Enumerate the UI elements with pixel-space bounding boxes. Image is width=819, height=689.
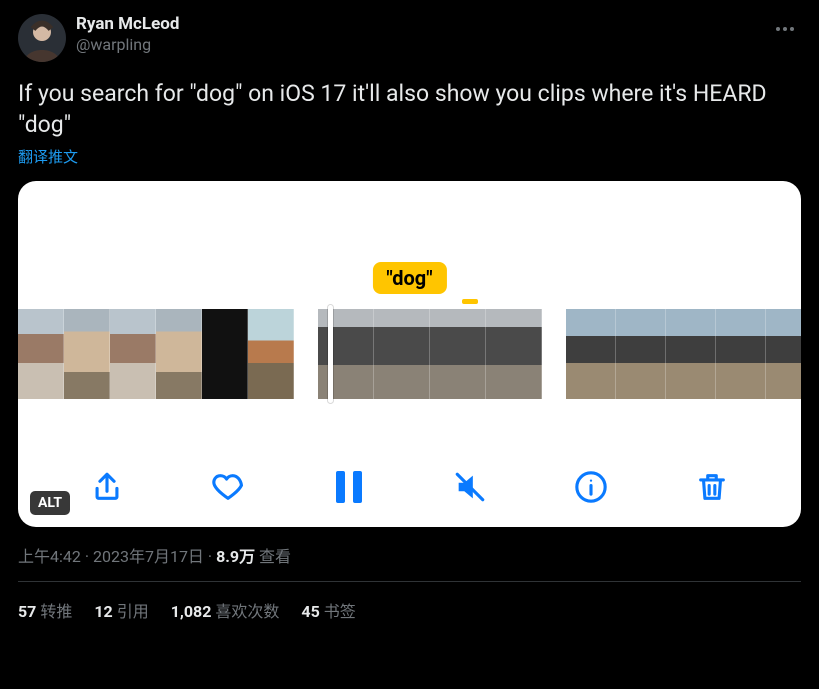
clip-group-1[interactable] [18, 309, 294, 399]
pause-icon [336, 471, 362, 503]
translate-link[interactable]: 翻译推文 [18, 146, 78, 167]
likes-stat[interactable]: 1,082喜欢次数 [171, 598, 280, 622]
delete-button[interactable] [692, 467, 732, 507]
search-term-badge: "dog" [372, 262, 446, 294]
clip-group-3[interactable] [566, 309, 801, 399]
video-frame [248, 309, 294, 399]
info-button[interactable] [571, 467, 611, 507]
timeline-marker [462, 299, 478, 304]
video-frame [666, 309, 716, 399]
tweet-date[interactable]: 2023年7月17日 [93, 547, 204, 566]
tweet-time[interactable]: 上午4:42 [18, 547, 81, 566]
tweet-container: Ryan McLeod @warpling If you search for … [0, 0, 819, 622]
user-handle[interactable]: @warpling [76, 35, 179, 55]
video-frame [374, 309, 430, 399]
video-frame [156, 309, 202, 399]
display-name[interactable]: Ryan McLeod [76, 14, 179, 35]
bookmarks-stat[interactable]: 45书签 [301, 598, 355, 622]
more-button[interactable] [769, 14, 801, 39]
user-block: Ryan McLeod @warpling [76, 14, 179, 55]
video-frame [430, 309, 486, 399]
stats-row: 57转推 12引用 1,082喜欢次数 45书签 [18, 582, 801, 622]
share-button[interactable] [87, 467, 127, 507]
avatar[interactable] [18, 14, 66, 62]
share-icon [90, 470, 124, 504]
tweet-meta: 上午4:42 · 2023年7月17日 · 8.9万 查看 [18, 543, 801, 567]
tweet-text: If you search for "dog" on iOS 17 it'll … [18, 78, 801, 140]
video-frame [566, 309, 616, 399]
clip-group-2[interactable] [318, 309, 542, 399]
views-count: 8.9万 [216, 547, 255, 566]
info-icon [574, 470, 608, 504]
video-frame [64, 309, 110, 399]
video-frame [616, 309, 666, 399]
like-button[interactable] [208, 467, 248, 507]
playhead[interactable] [328, 305, 333, 403]
alt-badge[interactable]: ALT [30, 491, 70, 515]
video-frame [318, 309, 374, 399]
pause-button[interactable] [329, 467, 369, 507]
mute-button[interactable] [450, 467, 490, 507]
quotes-stat[interactable]: 12引用 [94, 598, 148, 622]
video-timeline[interactable] [18, 309, 801, 399]
views-label: 查看 [259, 547, 291, 566]
heart-icon [211, 470, 245, 504]
tweet-header: Ryan McLeod @warpling [18, 14, 801, 62]
trash-icon [695, 470, 729, 504]
media-toolbar [18, 467, 801, 507]
video-frame [716, 309, 766, 399]
video-frame [202, 309, 248, 399]
video-frame [110, 309, 156, 399]
video-frame [486, 309, 542, 399]
speaker-mute-icon [453, 470, 487, 504]
video-frame [766, 309, 801, 399]
retweets-stat[interactable]: 57转推 [18, 598, 72, 622]
video-frame [18, 309, 64, 399]
media-card[interactable]: "dog" [18, 181, 801, 527]
